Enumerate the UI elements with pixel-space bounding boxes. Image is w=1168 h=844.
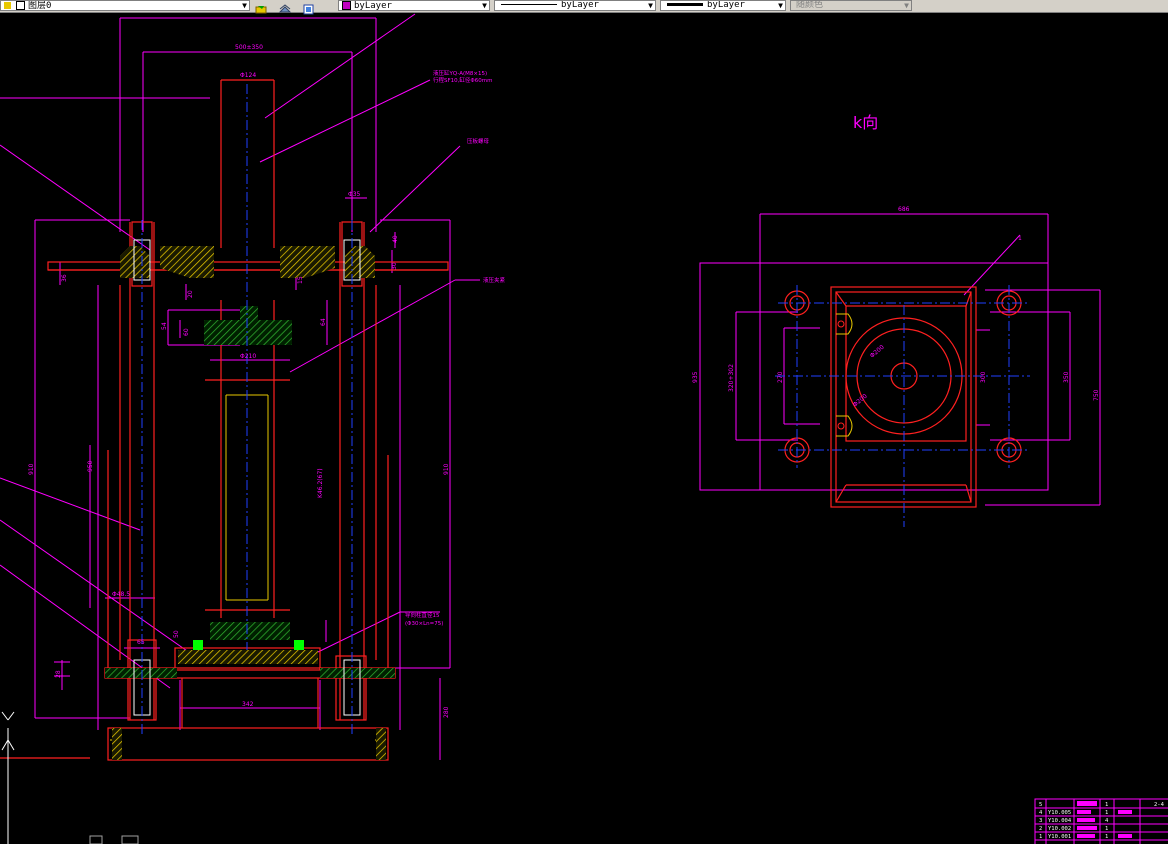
dim-270: 270: [777, 371, 784, 383]
layer-previous-icon[interactable]: [278, 0, 292, 13]
inner-rod: [110, 394, 386, 741]
dim-64: 64: [320, 318, 327, 326]
tb-row1-seq: 1: [1039, 834, 1042, 840]
dim-30: 30: [391, 262, 398, 270]
dim-350: 350: [1063, 371, 1070, 383]
dim-65: 65: [137, 639, 145, 646]
tb-row4-qty: 1: [1105, 810, 1108, 816]
chevron-down-icon[interactable]: ▼: [482, 1, 487, 10]
k-view-base: [784, 286, 1022, 508]
layer-color-swatch: [16, 1, 25, 10]
k-view-clamps: [836, 313, 853, 437]
k-view-label: k向: [853, 113, 878, 132]
lineweight-value: byLayer: [707, 0, 745, 10]
layer-lock-icon: [4, 2, 11, 9]
note-guide: 导向柱直径15: [405, 611, 440, 619]
dimension-text: 500±350 Φ124 Φ35 40 30 36 20 15 54 60 64…: [28, 44, 450, 718]
dim-935: 935: [692, 371, 699, 383]
tb-row2-qty: 1: [1105, 826, 1108, 832]
k-view-center-lines: [775, 285, 1030, 527]
tb-row5-note: 2-4: [1154, 802, 1165, 808]
dim-top-span: 500±350: [235, 44, 263, 51]
note-cylinder-2: 行程SF10,缸径Φ60mm: [433, 76, 492, 84]
tb-row2-code: Y10.002: [1048, 826, 1071, 832]
tb-row3-seq: 3: [1039, 818, 1042, 824]
tb-row1-qty: 1: [1105, 834, 1108, 840]
dim-circle-2: Φ200: [852, 393, 869, 409]
dim-54: 54: [161, 322, 168, 330]
chevron-down-icon[interactable]: ▼: [648, 1, 653, 10]
linetype-dropdown[interactable]: byLayer ▼: [494, 0, 656, 11]
k-view-dimension-text: 686 935 320+302 270 300 350 750 Φ200 Φ20…: [692, 206, 1100, 409]
layer-states-icon[interactable]: [302, 0, 316, 15]
note-clamp: 液压夹紧: [483, 276, 506, 284]
title-block[interactable]: 5 1 2-4 4 Y10.005 1 3 Y10.004 4 2 Y10.00…: [1034, 798, 1168, 844]
dim-48: Φ48.5: [112, 591, 130, 598]
layer-dropdown[interactable]: 图层0 ▼: [0, 0, 250, 11]
dim-300: 300: [980, 371, 987, 383]
dim-15: 15: [297, 276, 304, 284]
dim-circle-1: Φ200: [869, 344, 886, 360]
tb-row3-code: Y10.004: [1048, 818, 1072, 824]
dim-40: 40: [392, 235, 399, 243]
dim-50: 50: [173, 630, 180, 638]
tb-row2-seq: 2: [1039, 826, 1042, 832]
plotstyle-dropdown[interactable]: 随颜色 ▼: [790, 0, 912, 11]
dim-20: 20: [187, 290, 194, 298]
dim-36: 36: [61, 274, 68, 282]
chevron-down-icon[interactable]: ▼: [904, 1, 909, 10]
dim-950: 950: [87, 460, 94, 472]
dim-686: 686: [898, 206, 910, 213]
dim-stroke: K46.2(67): [317, 468, 324, 498]
linetype-value: byLayer: [561, 0, 599, 10]
color-swatch: [342, 1, 351, 10]
ucs-icon: Y: [1, 711, 139, 844]
tb-row3-qty: 4: [1105, 818, 1109, 824]
dim-910-left: 910: [28, 463, 35, 475]
dim-750: 750: [1093, 389, 1100, 401]
tb-row4-code: Y10.005: [1048, 810, 1071, 816]
make-layer-current-icon[interactable]: [255, 0, 269, 14]
leader-label: 1: [1018, 235, 1022, 242]
dim-280: 280: [443, 706, 450, 718]
dim-flange-dia: Φ35: [348, 191, 361, 198]
tb-row5-qty: 1: [1105, 802, 1108, 808]
linetype-preview: [501, 4, 557, 5]
dim-dia-210: Φ210: [240, 353, 256, 360]
annotation-text: 液压缸YQ-A(M8×15) 行程SF10,缸径Φ60mm 压板螺母 液压夹紧 …: [405, 69, 506, 627]
dim-910-right: 910: [443, 463, 450, 475]
note-nut: 压板螺母: [467, 137, 490, 145]
lineweight-dropdown[interactable]: byLayer ▼: [660, 0, 786, 11]
color-value: byLayer: [354, 1, 392, 11]
tb-row1-code: Y10.001: [1048, 834, 1071, 840]
color-dropdown[interactable]: byLayer ▼: [338, 0, 490, 11]
layer-name: 图层0: [28, 1, 52, 11]
chevron-down-icon[interactable]: ▼: [778, 1, 783, 10]
tb-row5-seq: 5: [1039, 802, 1042, 808]
note-cylinder: 液压缸YQ-A(M8×15): [433, 69, 487, 77]
dim-28: 28: [55, 670, 62, 678]
dim-320-302: 320+302: [728, 364, 735, 392]
k-view[interactable]: k向 686 935 320+302 270 300 350 750 Φ200 …: [692, 113, 1101, 527]
k-view-dimension-lines: [699, 213, 1101, 506]
lineweight-preview: [667, 3, 703, 6]
dim-60: 60: [183, 328, 190, 336]
tb-row4-seq: 4: [1039, 810, 1043, 816]
note-guide-2: (Φ30×Ln=75): [405, 621, 443, 627]
drawing-canvas[interactable]: 500±350 Φ124 Φ35 40 30 36 20 15 54 60 64…: [0, 12, 1168, 844]
plotstyle-value: 随颜色: [796, 0, 824, 10]
dim-342: 342: [242, 701, 254, 708]
dim-shaft-dia: Φ124: [240, 72, 256, 79]
chevron-down-icon[interactable]: ▼: [242, 1, 247, 10]
